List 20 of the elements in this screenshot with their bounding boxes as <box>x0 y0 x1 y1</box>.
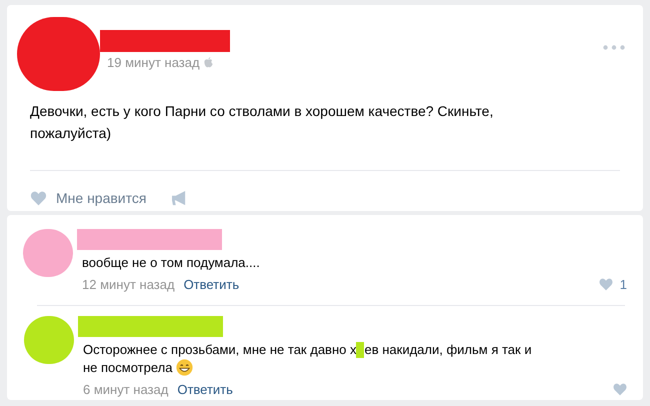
heart-icon <box>613 382 627 396</box>
avatar[interactable] <box>23 229 73 277</box>
like-count: 1 <box>620 276 627 294</box>
post-text: Девочки, есть у кого Парни со стволами в хорошем качестве? Скиньте, пожалуйста) <box>29 102 494 143</box>
comment-time: 12 минут назад <box>82 276 175 294</box>
heart-icon <box>598 278 613 292</box>
apple-icon <box>204 57 213 68</box>
comment-text: Осторожнее с прозьбами, мне не так давно х <box>83 340 356 358</box>
grin-emoji-icon <box>176 359 194 376</box>
comment-text: ев накидали, фильм я так и <box>364 340 532 358</box>
comment-text: не посмотрела <box>83 358 172 376</box>
like-button[interactable]: Мне нравится <box>30 188 146 209</box>
heart-icon <box>30 191 47 206</box>
reply-link[interactable]: Ответить <box>177 380 233 399</box>
post-time: 19 минут назад <box>107 54 200 72</box>
comment-text: вообще не о том подумала.... <box>82 254 260 272</box>
more-icon[interactable] <box>603 45 625 50</box>
reply-link[interactable]: Ответить <box>184 275 240 294</box>
comment-time: 6 минут назад <box>83 380 168 399</box>
redaction-mark <box>356 342 364 358</box>
